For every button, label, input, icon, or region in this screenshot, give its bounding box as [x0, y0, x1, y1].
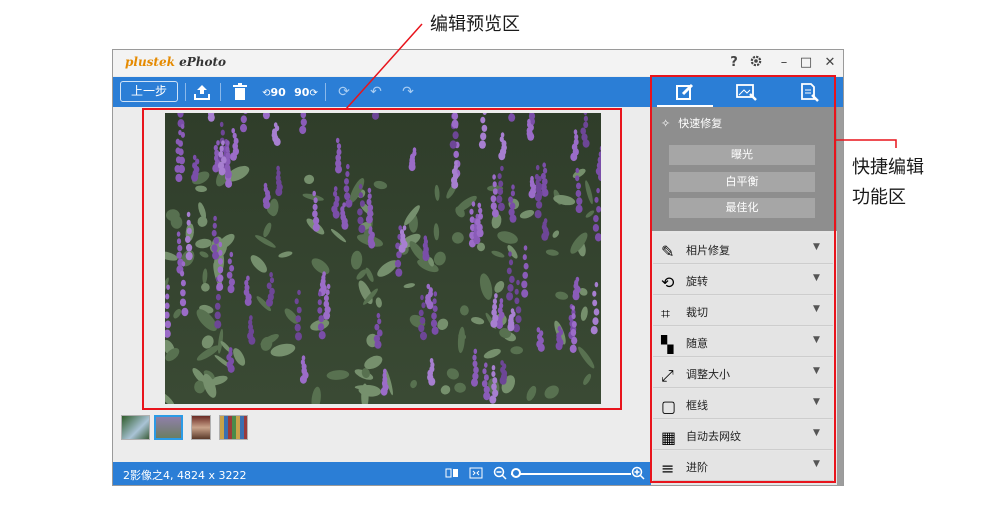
- upload-icon: [194, 85, 210, 100]
- status-bar: 2影像之4, 4824 x 3222: [113, 462, 651, 485]
- thumbnail[interactable]: [219, 415, 248, 440]
- rotate-right-90-button[interactable]: 90⟳: [291, 80, 321, 104]
- undo-button[interactable]: ↶: [363, 80, 389, 104]
- rotate-left-90-icon: ⟲: [262, 88, 271, 99]
- sync-button[interactable]: ⟳: [331, 80, 357, 104]
- zoom-out-icon: [493, 466, 507, 480]
- redo-button[interactable]: ↷: [395, 80, 421, 104]
- thumbnail-selected[interactable]: [154, 415, 183, 440]
- stage: 编辑预览区 快捷编辑 功能区 plustek ePhoto ? – □ ✕ 上一…: [0, 0, 990, 518]
- rotate-right-90-label: 90: [294, 86, 310, 99]
- maximize-button[interactable]: □: [797, 54, 815, 72]
- minimize-button[interactable]: –: [775, 54, 793, 72]
- help-button[interactable]: ?: [725, 54, 743, 72]
- annotation-panel-label-line2: 功能区: [852, 187, 906, 208]
- trash-icon: [233, 83, 247, 100]
- app-logo: plustek ePhoto: [125, 55, 226, 69]
- fit-screen-icon: [469, 467, 483, 479]
- rotate-right-90-icon: ⟳: [309, 88, 318, 99]
- highlight-panel-box: [650, 75, 836, 483]
- product-name: ePhoto: [174, 55, 227, 69]
- sync-icon: ⟳: [338, 84, 350, 100]
- toolbar: 上一步 ⟲90 90⟳ ⟳ ↶ ↷: [113, 77, 651, 107]
- highlight-preview-box: [142, 108, 622, 410]
- zoom-in-button[interactable]: [631, 466, 647, 482]
- panel-scrollbar[interactable]: [837, 107, 843, 485]
- rotate-left-90-button[interactable]: ⟲90: [259, 80, 289, 104]
- settings-button[interactable]: [747, 54, 765, 72]
- fit-screen-button[interactable]: [469, 466, 485, 482]
- zoom-out-button[interactable]: [493, 466, 509, 482]
- gear-icon: [750, 55, 762, 67]
- compare-icon: [445, 468, 458, 478]
- toolbar-separator: [185, 83, 186, 101]
- back-button[interactable]: 上一步: [120, 81, 178, 102]
- image-info-text: 2影像之4, 4824 x 3222: [123, 469, 247, 482]
- annotation-panel-label-line1: 快捷编辑: [852, 157, 924, 178]
- close-button[interactable]: ✕: [821, 54, 839, 72]
- zoom-in-icon: [631, 466, 645, 480]
- zoom-slider-track[interactable]: [511, 473, 631, 475]
- toolbar-separator: [325, 83, 326, 101]
- delete-button[interactable]: [227, 80, 253, 104]
- zoom-slider-handle[interactable]: [511, 468, 521, 478]
- compare-button[interactable]: [445, 466, 461, 482]
- rotate-left-90-label: 90: [270, 86, 286, 99]
- title-bar: plustek ePhoto ? – □ ✕: [113, 50, 843, 76]
- toolbar-separator: [220, 83, 221, 101]
- thumbnail[interactable]: [191, 415, 211, 440]
- annotation-preview-label: 编辑预览区: [430, 14, 520, 35]
- undo-icon: ↶: [370, 84, 382, 100]
- thumbnail[interactable]: [121, 415, 150, 440]
- redo-icon: ↷: [402, 84, 414, 100]
- brand-name: plustek: [125, 55, 175, 69]
- upload-button[interactable]: [189, 80, 215, 104]
